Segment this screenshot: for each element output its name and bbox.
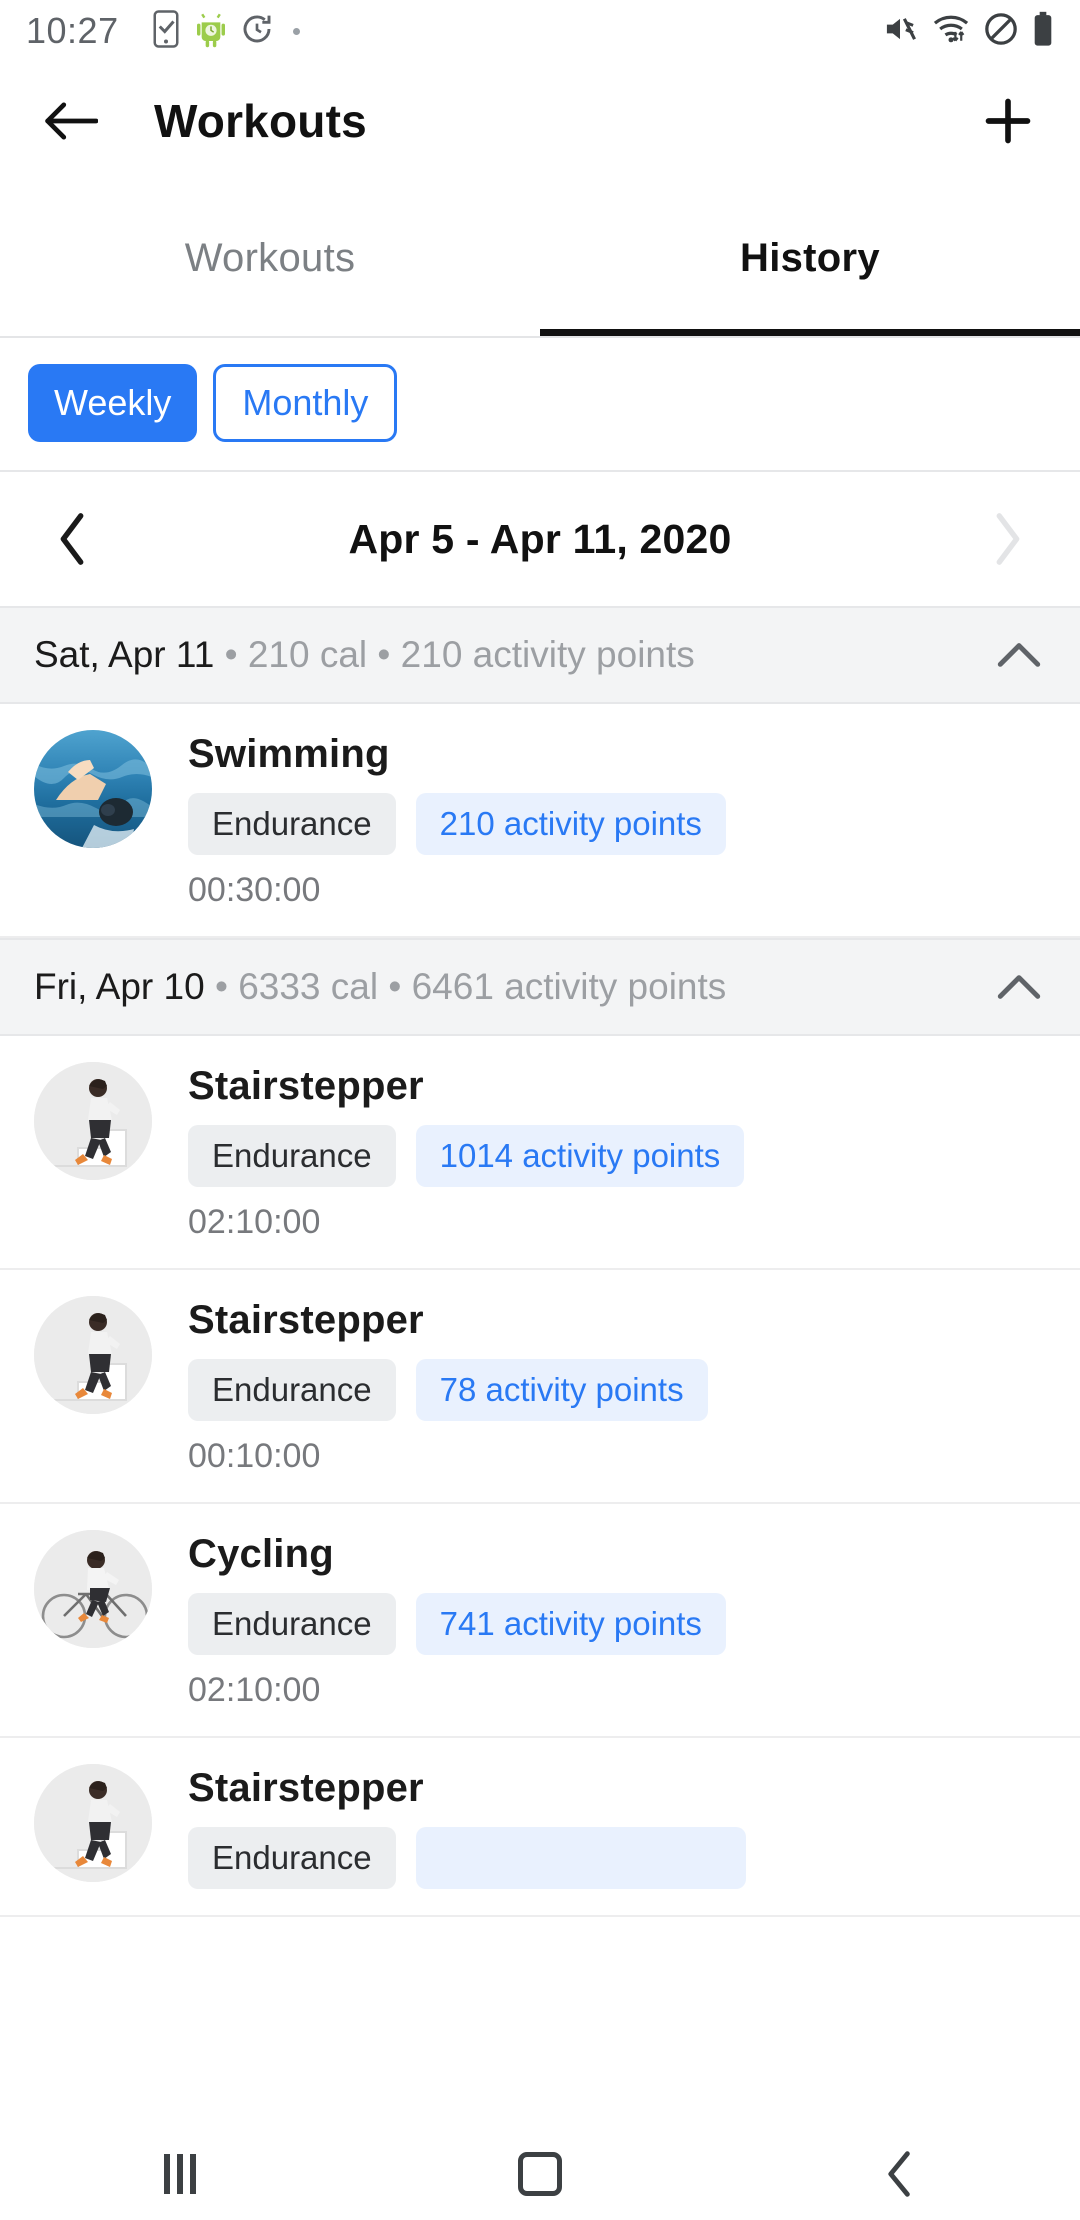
workout-type-chip[interactable]: Endurance	[188, 1827, 396, 1889]
tab-active-indicator	[540, 329, 1080, 336]
phone-check-icon	[151, 10, 181, 52]
do-not-disturb-icon	[984, 12, 1018, 50]
day-group-meta: • 6333 cal • 6461 activity points	[204, 966, 727, 1007]
status-bar: 10:27	[0, 0, 1080, 62]
next-week-button[interactable]	[978, 510, 1036, 568]
workout-points-chip[interactable]: 210 activity points	[415, 793, 726, 855]
system-back-button[interactable]	[720, 2150, 1080, 2198]
tab-history[interactable]: History	[540, 180, 1080, 336]
day-group-summary: Sat, Apr 11 • 210 cal • 210 activity poi…	[34, 634, 992, 676]
workout-points-chip[interactable]: 78 activity points	[415, 1359, 708, 1421]
workout-chips: Endurance 741 activity points	[188, 1593, 1050, 1655]
stairstepper-photo	[34, 1296, 152, 1414]
workout-points-chip[interactable]: 1014 activity points	[415, 1125, 745, 1187]
date-range-navigator: Apr 5 - Apr 11, 2020	[0, 472, 1080, 606]
workout-chips: Endurance 1014 activity points	[188, 1125, 1050, 1187]
day-group-header[interactable]: Fri, Apr 10 • 6333 cal • 6461 activity p…	[0, 938, 1080, 1036]
monthly-filter-label: Monthly	[242, 382, 369, 423]
workout-chips: Endurance	[188, 1827, 1050, 1889]
workout-details: Stairstepper Endurance	[188, 1764, 1050, 1889]
weekly-filter-button[interactable]: Weekly	[28, 364, 198, 442]
add-workout-button[interactable]	[976, 89, 1040, 153]
monthly-filter-button[interactable]: Monthly	[213, 364, 398, 442]
workout-type-chip[interactable]: Endurance	[188, 1125, 396, 1187]
volume-mute-icon	[882, 13, 918, 49]
workout-name: Cycling	[188, 1532, 334, 1576]
home-icon	[518, 2152, 562, 2196]
workout-points-chip[interactable]: 741 activity points	[415, 1593, 726, 1655]
tab-workouts[interactable]: Workouts	[0, 180, 540, 336]
day-group-meta: • 210 cal • 210 activity points	[214, 634, 695, 675]
battery-full-icon	[1032, 11, 1054, 51]
workout-type-chip[interactable]: Endurance	[188, 1593, 396, 1655]
workout-name: Stairstepper	[188, 1766, 424, 1810]
android-robot-icon	[195, 10, 227, 52]
status-bar-left: 10:27	[26, 10, 882, 52]
tab-history-label: History	[740, 235, 880, 280]
status-bar-right	[882, 11, 1054, 51]
workout-name: Stairstepper	[188, 1298, 424, 1342]
workout-name: Swimming	[188, 732, 390, 776]
page-title: Workouts	[154, 95, 367, 147]
workout-details: Cycling Endurance 741 activity points 02…	[188, 1530, 1050, 1710]
app-bar: Workouts	[0, 62, 1080, 180]
status-bar-clock: 10:27	[26, 10, 119, 51]
back-chevron-icon	[888, 2151, 910, 2197]
recents-icon	[164, 2154, 196, 2194]
workout-chips: Endurance 210 activity points	[188, 793, 1050, 855]
stairstepper-photo	[34, 1062, 152, 1180]
workout-chips: Endurance 78 activity points	[188, 1359, 1050, 1421]
day-group-date: Fri, Apr 10	[34, 966, 205, 1007]
cycling-photo	[34, 1530, 152, 1648]
back-button[interactable]	[40, 90, 102, 152]
workout-duration: 02:10:00	[188, 1671, 321, 1709]
swimming-photo	[34, 730, 152, 848]
tab-workouts-label: Workouts	[184, 235, 356, 280]
workout-duration: 00:30:00	[188, 871, 321, 909]
workout-type-chip[interactable]: Endurance	[188, 793, 396, 855]
workout-details: Swimming Endurance 210 activity points 0…	[188, 730, 1050, 910]
workout-points-chip[interactable]	[415, 1827, 746, 1889]
date-range-label: Apr 5 - Apr 11, 2020	[348, 515, 732, 562]
workout-details: Stairstepper Endurance 1014 activity poi…	[188, 1062, 1050, 1242]
workout-row[interactable]: Stairstepper Endurance 1014 activity poi…	[0, 1036, 1080, 1270]
workout-row[interactable]: Stairstepper Endurance	[0, 1738, 1080, 1917]
period-filter-bar: Weekly Monthly	[0, 338, 1080, 472]
tab-bar: Workouts History	[0, 180, 1080, 336]
workout-duration: 00:10:00	[188, 1437, 321, 1475]
chevron-up-icon[interactable]	[992, 628, 1046, 682]
workout-row[interactable]: Stairstepper Endurance 78 activity point…	[0, 1270, 1080, 1504]
workout-row[interactable]: Cycling Endurance 741 activity points 02…	[0, 1504, 1080, 1738]
previous-week-button[interactable]	[44, 510, 102, 568]
dot-icon	[292, 27, 300, 35]
history-list[interactable]: Sat, Apr 11 • 210 cal • 210 activity poi…	[0, 606, 1080, 1917]
workout-details: Stairstepper Endurance 78 activity point…	[188, 1296, 1050, 1476]
workout-name: Stairstepper	[188, 1064, 424, 1108]
workout-row[interactable]: Swimming Endurance 210 activity points 0…	[0, 704, 1080, 938]
workout-duration: 02:10:00	[188, 1203, 321, 1241]
day-group-date: Sat, Apr 11	[34, 634, 215, 675]
history-timer-icon	[241, 12, 273, 50]
stairstepper-photo	[34, 1764, 152, 1882]
workout-type-chip[interactable]: Endurance	[188, 1359, 396, 1421]
chevron-up-icon[interactable]	[992, 960, 1046, 1014]
home-button[interactable]	[360, 2152, 720, 2196]
recents-button[interactable]	[0, 2154, 360, 2194]
system-nav-bar	[0, 2128, 1080, 2220]
weekly-filter-label: Weekly	[54, 382, 172, 423]
day-group-summary: Fri, Apr 10 • 6333 cal • 6461 activity p…	[34, 966, 992, 1008]
day-group-header[interactable]: Sat, Apr 11 • 210 cal • 210 activity poi…	[0, 606, 1080, 704]
wifi-icon	[932, 12, 970, 50]
